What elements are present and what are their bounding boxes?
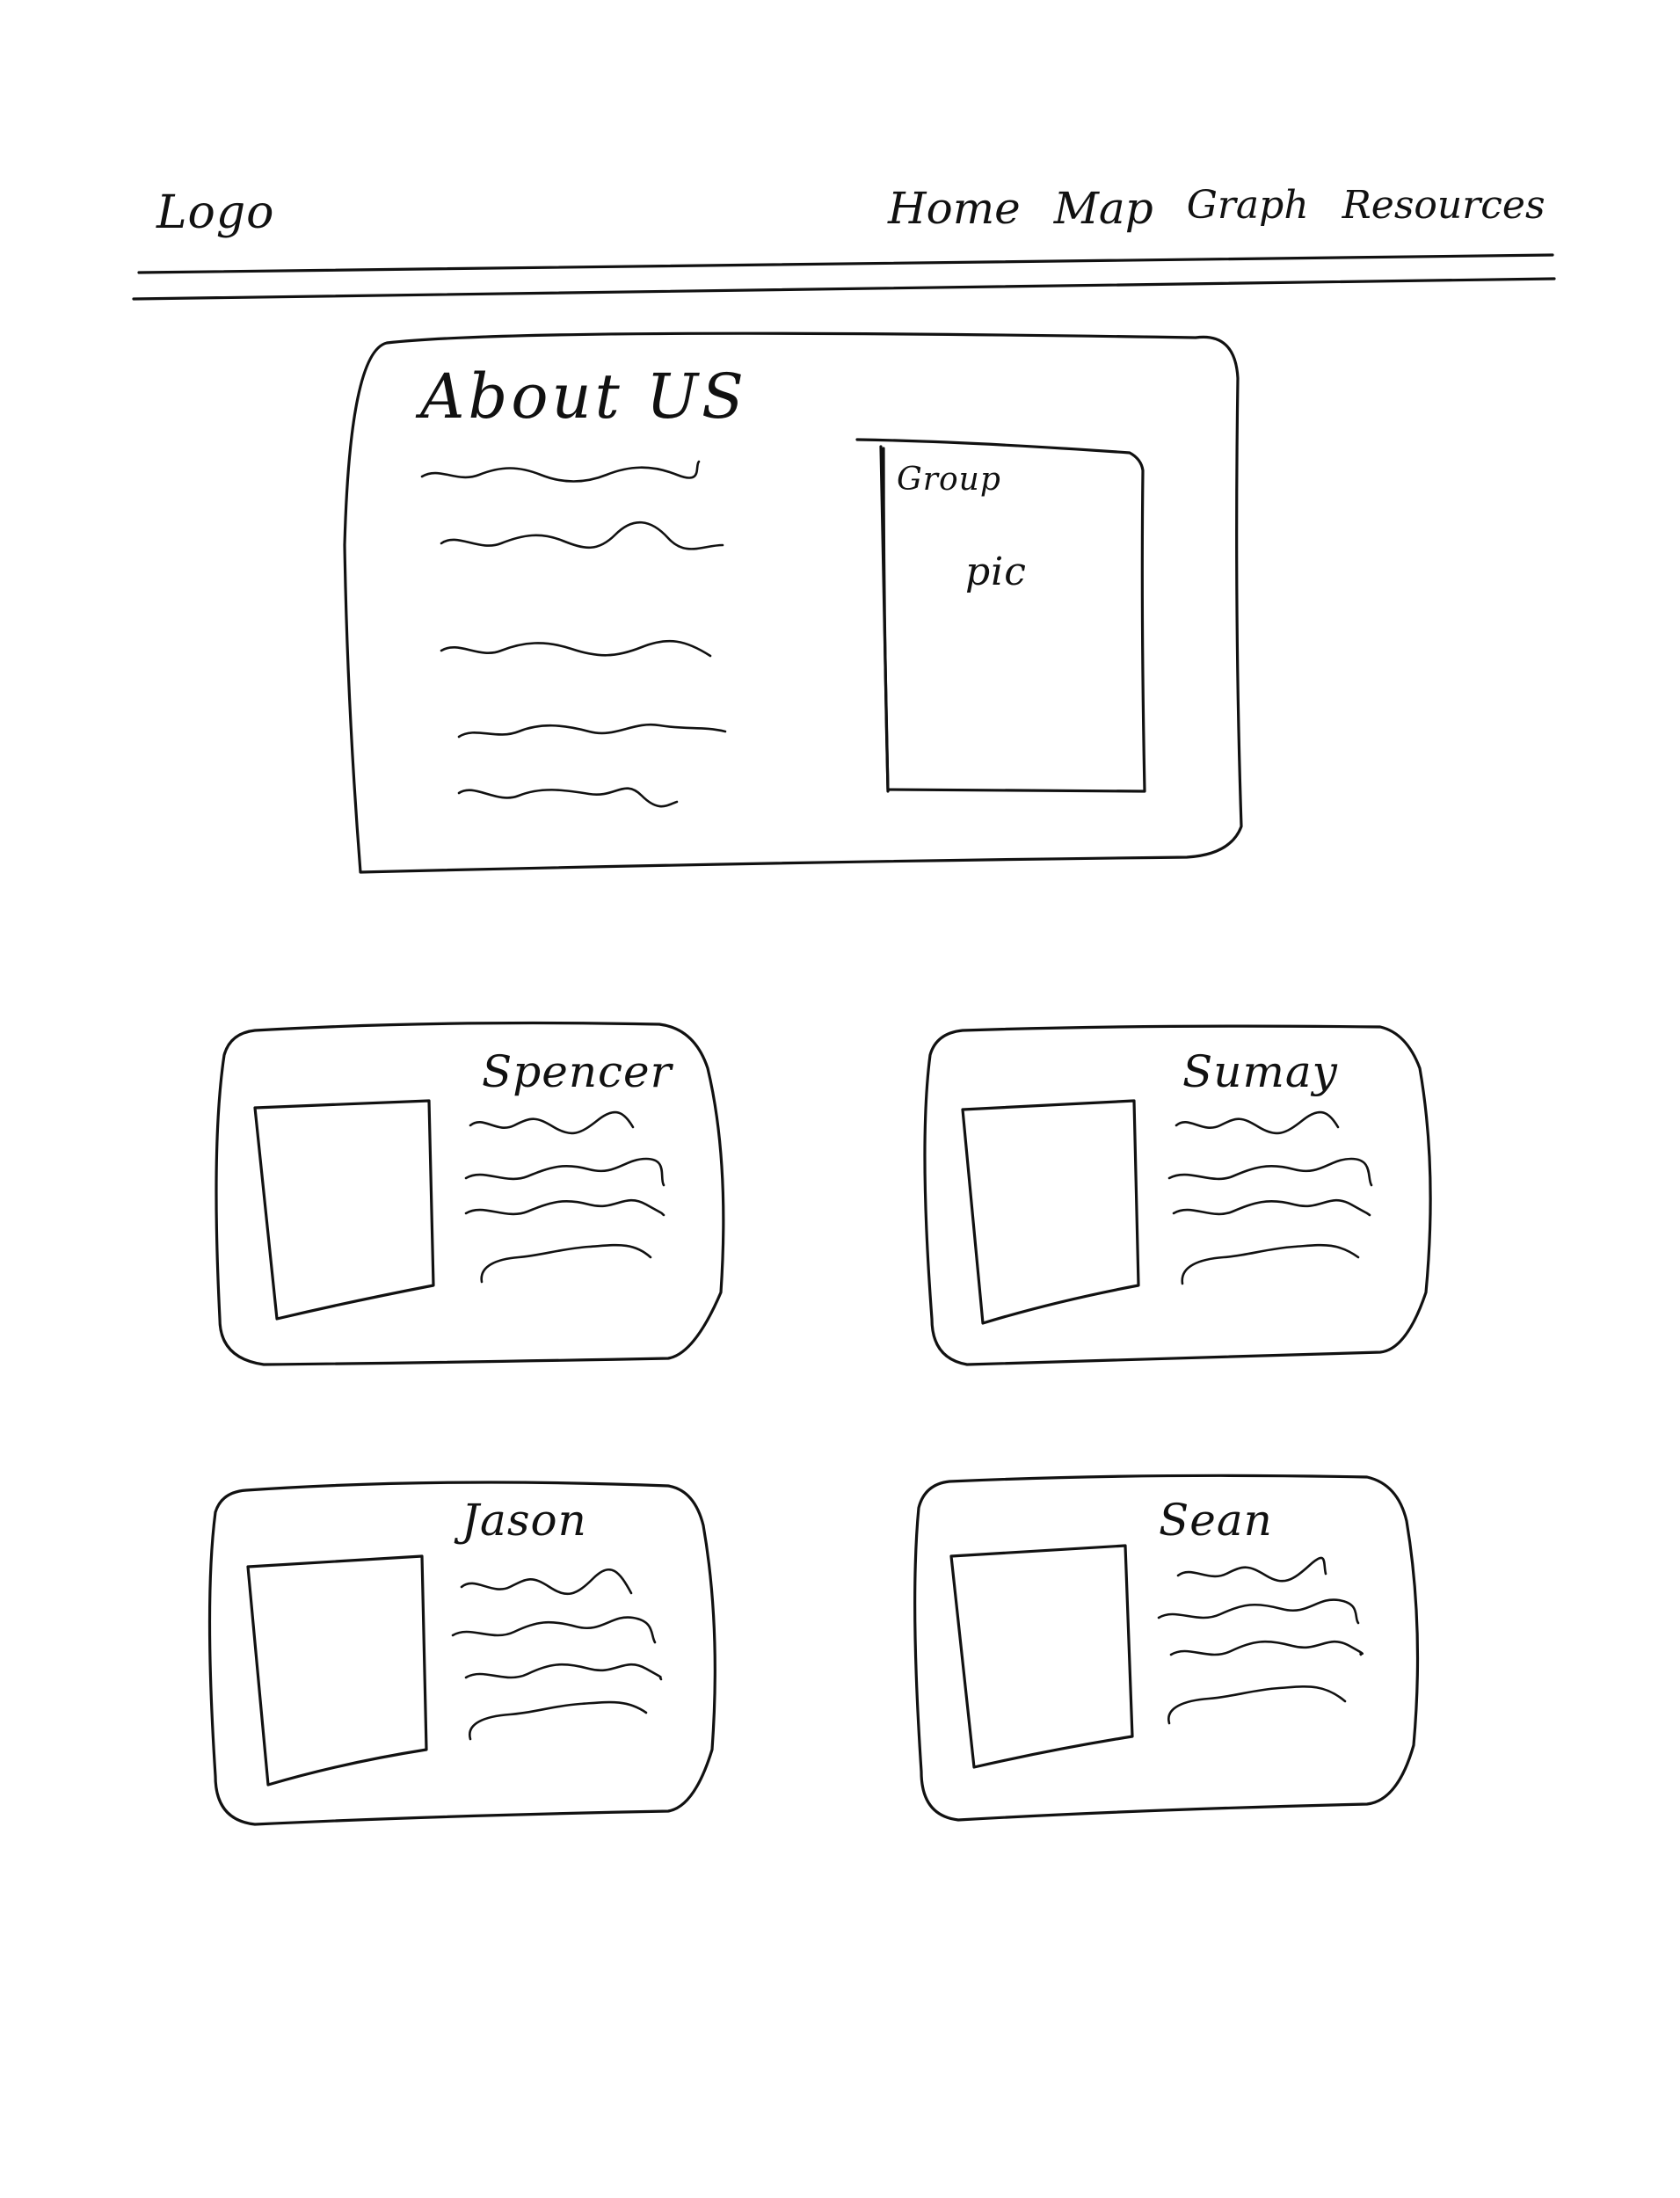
member-name: Sumay [1182,1046,1338,1097]
member-name: Sean [1159,1495,1273,1546]
nav-resources[interactable]: Resources [1342,183,1545,234]
nav-graph[interactable]: Graph [1187,183,1309,234]
about-text-placeholder [420,460,727,808]
member-card-2-sketch [923,1024,1432,1366]
member-name: Spencer [482,1046,673,1097]
logo[interactable]: Logo [156,186,274,239]
header-divider-top [137,253,1554,274]
nav-home[interactable]: Home [888,183,1021,234]
group-pic-sublabel: pic [965,550,1027,594]
nav-map[interactable]: Map [1054,183,1153,234]
about-title: About US [420,360,747,433]
wireframe-sketch [132,253,1556,1826]
group-pic-label: Group [897,462,1001,498]
header-divider-bottom [132,277,1556,301]
main-nav: Home Map Graph Resources [888,183,1545,234]
member-name: Jason [462,1495,587,1546]
